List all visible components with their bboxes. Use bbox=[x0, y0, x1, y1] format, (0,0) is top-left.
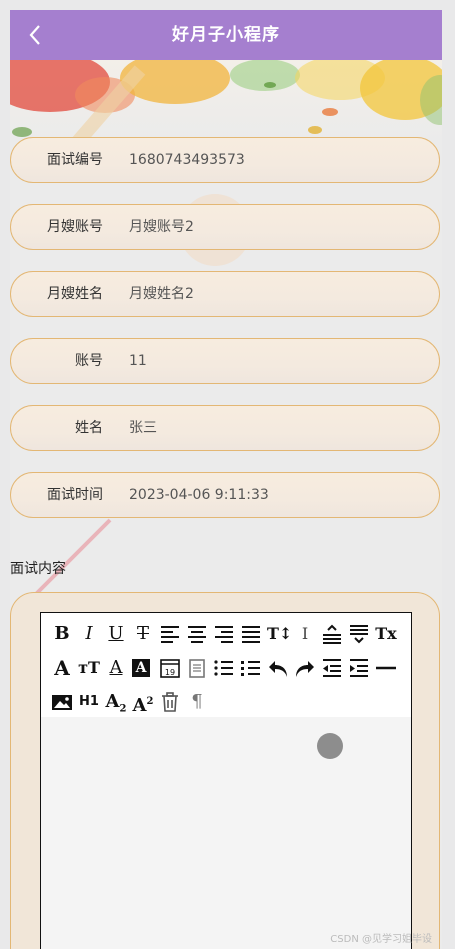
touch-cursor-indicator bbox=[317, 733, 343, 759]
indent-icon[interactable] bbox=[348, 657, 370, 679]
underline-icon[interactable]: U bbox=[105, 623, 127, 645]
font-color-icon[interactable]: A bbox=[105, 657, 127, 679]
font-family-icon[interactable]: A bbox=[51, 657, 73, 679]
paragraph-spacing-top-icon[interactable] bbox=[321, 623, 343, 645]
account-field: 账号 11 bbox=[10, 338, 440, 384]
content-label: 面试内容 bbox=[10, 561, 66, 577]
paragraph-icon[interactable]: ¶ bbox=[186, 691, 208, 713]
line-height-icon[interactable]: I bbox=[294, 623, 316, 645]
font-size-icon[interactable]: T↕ bbox=[267, 623, 292, 645]
horizontal-rule-icon[interactable] bbox=[375, 657, 397, 679]
watercolor-decoration bbox=[10, 60, 442, 140]
align-center-icon[interactable] bbox=[186, 623, 208, 645]
field-value[interactable]: 1680743493573 bbox=[129, 138, 245, 182]
watercolor-banner bbox=[10, 60, 442, 140]
watermark: CSDN @见学习姐毕设 bbox=[330, 934, 432, 945]
undo-icon[interactable] bbox=[267, 657, 289, 679]
field-value[interactable]: 月嫂姓名2 bbox=[129, 272, 194, 316]
delete-icon[interactable] bbox=[159, 691, 181, 713]
subscript-icon[interactable]: A2 bbox=[105, 691, 127, 715]
image-icon[interactable] bbox=[51, 691, 73, 713]
clear-format-icon[interactable]: Tx bbox=[375, 623, 397, 645]
field-value[interactable]: 月嫂账号2 bbox=[129, 205, 194, 249]
field-label: 月嫂账号 bbox=[47, 219, 103, 235]
date-icon[interactable]: 19 bbox=[159, 657, 181, 679]
italic-icon[interactable]: I bbox=[78, 623, 100, 645]
interview-number-field: 面试编号 1680743493573 bbox=[10, 137, 440, 183]
nanny-account-field: 月嫂账号 月嫂账号2 bbox=[10, 204, 440, 250]
editor-content-area[interactable] bbox=[41, 717, 411, 949]
field-label: 面试编号 bbox=[47, 152, 103, 168]
background-color-icon[interactable]: A bbox=[132, 659, 150, 677]
align-right-icon[interactable] bbox=[213, 623, 235, 645]
align-justify-icon[interactable] bbox=[240, 623, 262, 645]
field-label: 面试时间 bbox=[47, 487, 103, 503]
outdent-icon[interactable] bbox=[321, 657, 343, 679]
rich-text-editor: B I U T T↕ I Tx A ᴛT A A 19 H1 A2 A2 ¶ bbox=[40, 612, 412, 949]
redo-icon[interactable] bbox=[294, 657, 316, 679]
unordered-list-icon[interactable] bbox=[240, 657, 262, 679]
field-label: 姓名 bbox=[75, 420, 103, 436]
field-label: 月嫂姓名 bbox=[47, 286, 103, 302]
nanny-name-field: 月嫂姓名 月嫂姓名2 bbox=[10, 271, 440, 317]
paste-icon[interactable] bbox=[186, 657, 208, 679]
field-value[interactable]: 张三 bbox=[129, 406, 157, 450]
field-label: 账号 bbox=[75, 353, 103, 369]
app-screen: 好月子小程序 面试编号 1680743493573 月嫂账号 月嫂账号2 月嫂姓… bbox=[10, 10, 442, 949]
strikethrough-icon[interactable]: T bbox=[132, 623, 154, 645]
align-left-icon[interactable] bbox=[159, 623, 181, 645]
heading-icon[interactable]: H1 bbox=[78, 691, 100, 713]
field-value[interactable]: 11 bbox=[129, 339, 147, 383]
interview-time-field: 面试时间 2023-04-06 9:11:33 bbox=[10, 472, 440, 518]
ordered-list-icon[interactable] bbox=[213, 657, 235, 679]
superscript-icon[interactable]: A2 bbox=[132, 691, 154, 716]
font-size-small-icon[interactable]: ᴛT bbox=[78, 657, 100, 679]
bold-icon[interactable]: B bbox=[51, 623, 73, 645]
svg-text:19: 19 bbox=[165, 668, 175, 677]
top-nav-bar: 好月子小程序 bbox=[10, 10, 442, 60]
field-value[interactable]: 2023-04-06 9:11:33 bbox=[129, 473, 269, 517]
page-title: 好月子小程序 bbox=[172, 25, 280, 45]
name-field: 姓名 张三 bbox=[10, 405, 440, 451]
editor-toolbar: B I U T T↕ I Tx A ᴛT A A 19 H1 A2 A2 ¶ bbox=[41, 613, 411, 718]
paragraph-spacing-bottom-icon[interactable] bbox=[348, 623, 370, 645]
